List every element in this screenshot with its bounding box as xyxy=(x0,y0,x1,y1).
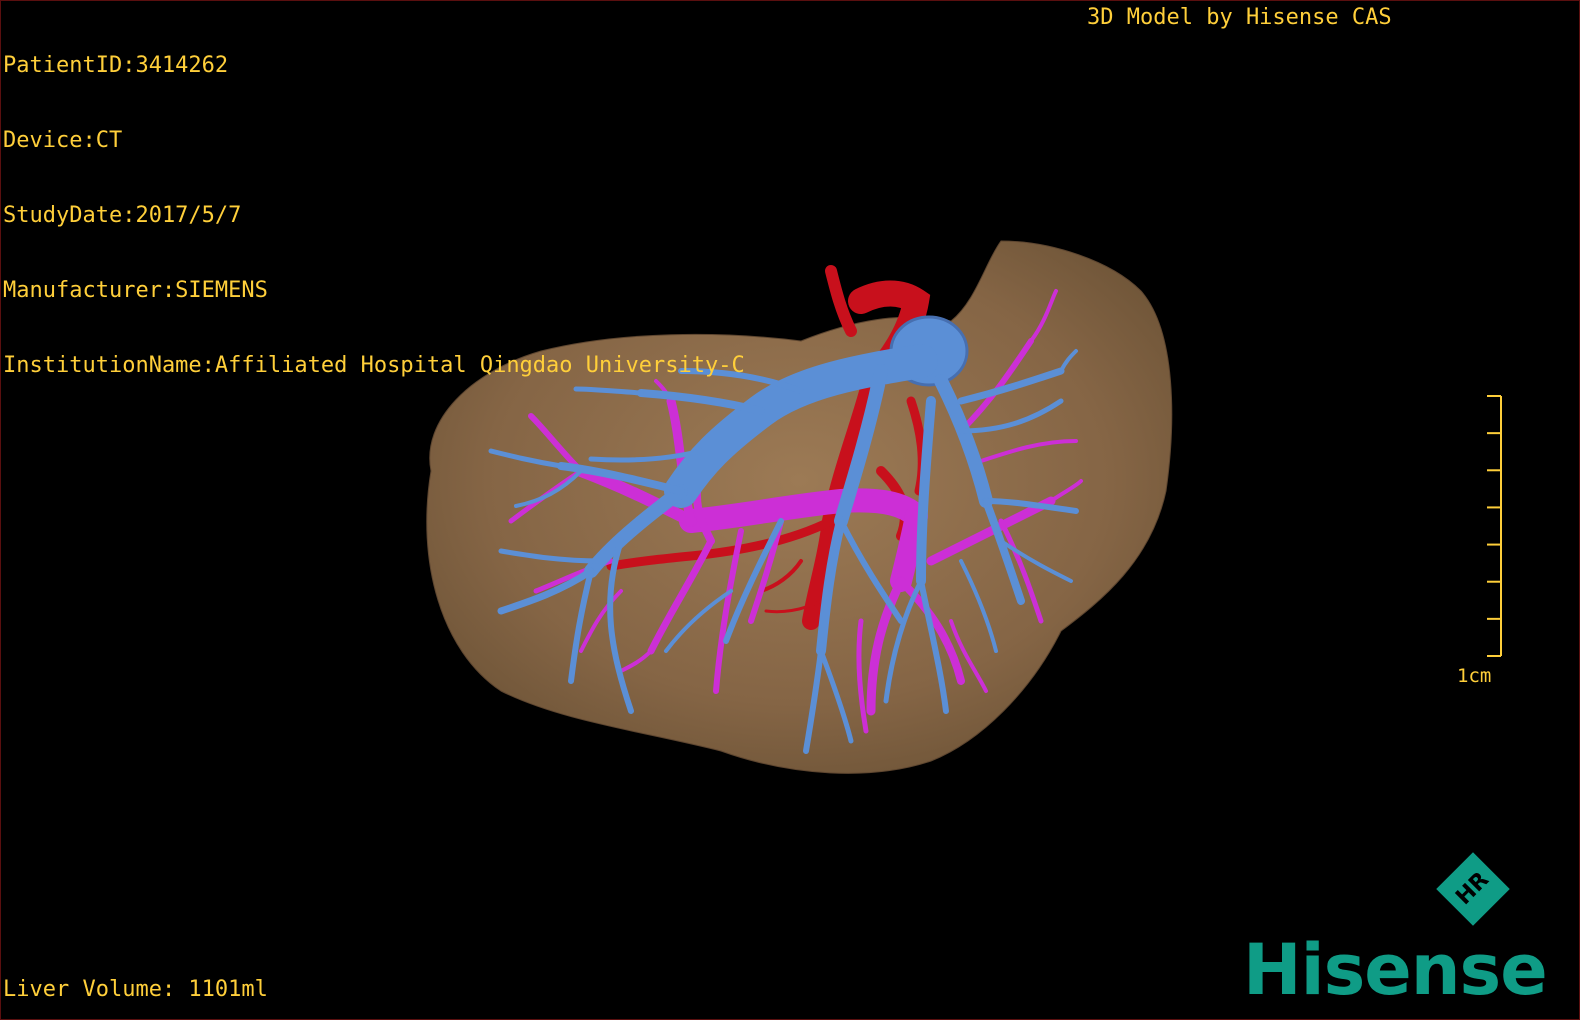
hr-logo-icon: HR xyxy=(1436,852,1510,926)
patient-id: PatientID:3414262 xyxy=(3,53,229,78)
institution-name: InstitutionName:Affiliated Hospital Qing… xyxy=(3,353,745,378)
manufacturer: Manufacturer:SIEMENS xyxy=(3,278,268,303)
model-credit: 3D Model by Hisense CAS xyxy=(1087,5,1392,30)
brand-logo: Hisense xyxy=(1243,929,1548,1011)
3d-viewport[interactable]: PatientID:3414262 Device:CT StudyDate:20… xyxy=(0,0,1580,1020)
liver-volume: Liver Volume: 1101ml xyxy=(3,977,268,1002)
scale-label: 1cm xyxy=(1457,665,1492,687)
study-info-panel: PatientID:3414262 Device:CT StudyDate:20… xyxy=(3,3,745,428)
study-date: StudyDate:2017/5/7 xyxy=(3,203,242,228)
device: Device:CT xyxy=(3,128,123,153)
